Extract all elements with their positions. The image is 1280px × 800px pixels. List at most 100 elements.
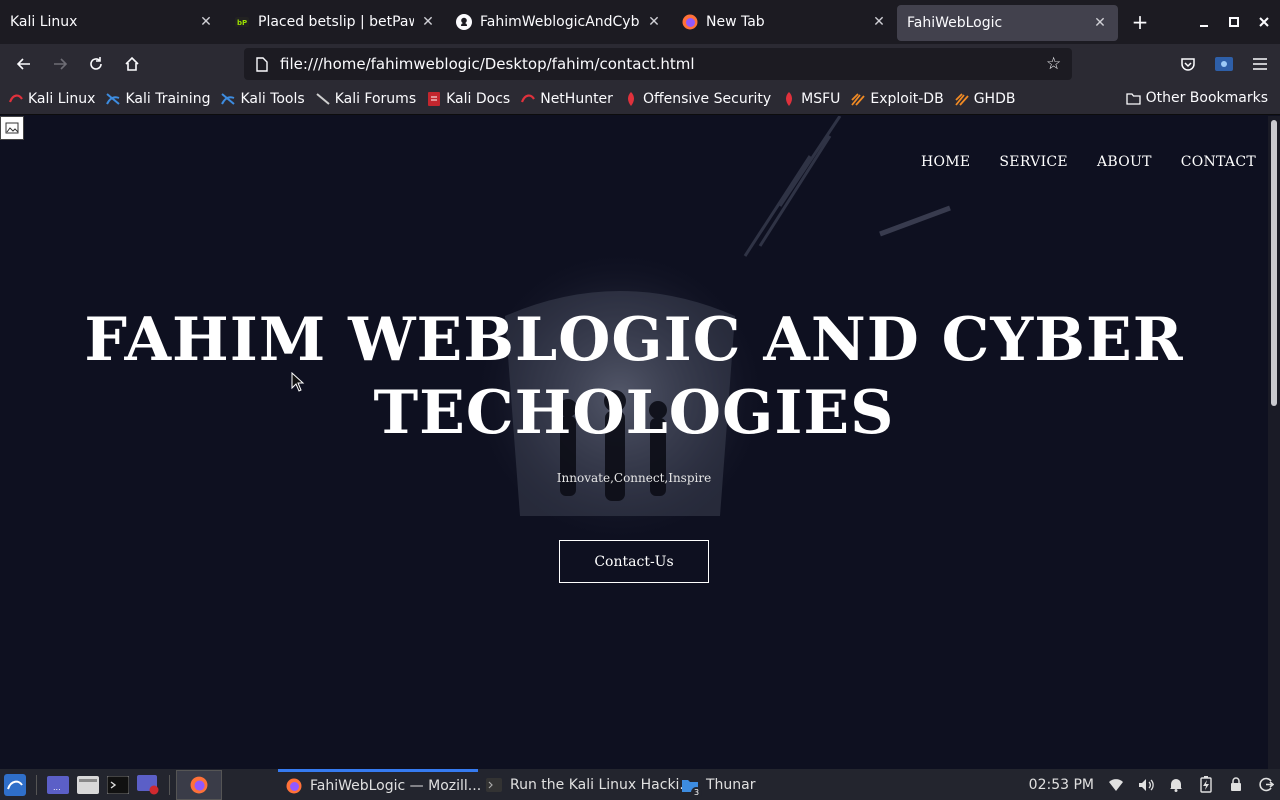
tab-betpawa[interactable]: bP Placed betslip | betPawa U ✕ <box>224 0 446 44</box>
bookmark-label: Kali Docs <box>446 91 511 107</box>
maximize-icon[interactable] <box>1226 14 1242 30</box>
other-bookmarks[interactable]: Other Bookmarks <box>1126 90 1268 106</box>
kali-docs-icon <box>426 91 442 107</box>
taskbar-window-terminal[interactable]: Run the Kali Linux Hacki... <box>478 769 693 800</box>
bookmark-exploit-db[interactable]: Exploit-DB <box>850 91 944 107</box>
taskbar-separator <box>169 774 170 795</box>
home-icon <box>125 56 139 71</box>
bookmark-label: Offensive Security <box>642 91 772 107</box>
kali-icon <box>8 91 24 107</box>
close-icon[interactable]: ✕ <box>871 14 887 30</box>
bookmark-label: Kali Tools <box>240 91 305 107</box>
tab-github[interactable]: FahimWeblogicAndCyber ✕ <box>446 0 672 44</box>
pocket-icon[interactable] <box>1174 50 1202 78</box>
nav-home-link[interactable]: HOME <box>921 154 970 170</box>
tab-new-tab[interactable]: New Tab ✕ <box>672 0 897 44</box>
url-bar[interactable]: file:///home/fahimweblogic/Desktop/fahim… <box>244 48 1072 80</box>
tab-kali-linux[interactable]: Kali Linux ✕ <box>0 0 224 44</box>
contact-us-button[interactable]: Contact-Us <box>559 540 709 583</box>
extension-icon[interactable] <box>1210 50 1238 78</box>
workspace-icon[interactable]: ... <box>43 770 73 800</box>
hero-tagline: Innovate,Connect,Inspire <box>556 471 712 485</box>
kali-training-icon <box>105 91 121 107</box>
bookmark-offensive-security[interactable]: Offensive Security <box>623 91 771 107</box>
taskbar-separator <box>36 774 37 795</box>
bookmark-label: Kali Training <box>125 91 211 107</box>
close-icon[interactable]: ✕ <box>646 14 662 30</box>
svg-text:bP: bP <box>237 19 247 27</box>
taskbar-window-title: Run the Kali Linux Hacki... <box>510 776 693 793</box>
close-icon[interactable]: ✕ <box>420 14 436 30</box>
folder-icon: 3 <box>682 777 702 798</box>
msfu-icon <box>781 91 797 107</box>
kali-forums-icon <box>315 91 331 107</box>
tab-title: FahimWeblogicAndCyber <box>480 14 640 30</box>
bookmark-label: NetHunter <box>540 91 613 107</box>
betpawa-icon: bP <box>234 14 250 30</box>
bookmark-star-icon[interactable]: ☆ <box>1046 55 1064 73</box>
forward-button[interactable] <box>42 48 78 80</box>
taskbar-window-title: FahiWebLogic — Mozill... <box>310 778 482 794</box>
page-viewport: HOME SERVICE ABOUT CONTACT FAHIM WEBLOGI… <box>0 116 1268 769</box>
github-icon <box>456 14 472 30</box>
clock[interactable]: 02:53 PM <box>1029 777 1094 793</box>
bookmark-nethunter[interactable]: NetHunter <box>520 91 613 107</box>
notification-bell-icon[interactable] <box>1168 777 1184 793</box>
tab-strip: Kali Linux ✕ bP Placed betslip | betPawa… <box>0 0 1280 44</box>
url-text[interactable]: file:///home/fahimweblogic/Desktop/fahim… <box>280 55 695 73</box>
back-button[interactable] <box>6 48 42 80</box>
taskbar-window-thunar[interactable]: 3 Thunar <box>674 769 764 800</box>
terminal-icon[interactable] <box>103 770 133 800</box>
kali-menu-icon[interactable] <box>0 770 30 800</box>
menu-icon[interactable] <box>1246 50 1274 78</box>
screen-recorder-icon[interactable] <box>133 770 163 800</box>
broken-image-icon <box>0 116 24 140</box>
minimize-icon[interactable] <box>1196 14 1212 30</box>
logout-icon[interactable] <box>1258 777 1274 793</box>
tab-title: FahiWebLogic <box>907 15 1003 31</box>
battery-charging-icon[interactable] <box>1198 776 1214 793</box>
taskbar-window-title: Thunar <box>706 776 756 793</box>
firefox-launcher-icon[interactable] <box>176 769 222 800</box>
toolbar-extensions <box>1174 48 1274 80</box>
window-count-badge: 3 <box>691 786 702 798</box>
bookmark-kali-linux[interactable]: Kali Linux <box>8 91 95 107</box>
kali-tools-icon <box>220 91 236 107</box>
nav-service-link[interactable]: SERVICE <box>999 154 1068 170</box>
bookmark-label: GHDB <box>973 91 1016 107</box>
new-tab-button[interactable]: + <box>1124 6 1156 38</box>
reload-button[interactable] <box>78 48 114 80</box>
bookmark-kali-docs[interactable]: Kali Docs <box>426 91 510 107</box>
bookmark-kali-tools[interactable]: Kali Tools <box>220 91 305 107</box>
bookmark-label: Exploit-DB <box>870 91 944 107</box>
nav-about-link[interactable]: ABOUT <box>1097 154 1152 170</box>
firefox-icon <box>286 778 302 794</box>
bookmark-ghdb[interactable]: GHDB <box>954 91 1016 107</box>
bookmark-label: Kali Forums <box>334 91 417 107</box>
file-manager-icon[interactable] <box>73 770 103 800</box>
terminal-icon <box>486 777 502 793</box>
scrollbar-thumb[interactable] <box>1271 120 1277 406</box>
other-bookmarks-label: Other Bookmarks <box>1145 90 1268 106</box>
home-button[interactable] <box>114 48 150 80</box>
taskbar-window-firefox[interactable]: FahiWebLogic — Mozill... <box>278 769 482 800</box>
page-scrollbar[interactable] <box>1268 116 1280 769</box>
bookmark-msfu[interactable]: MSFU <box>781 91 840 107</box>
nethunter-icon <box>520 91 536 107</box>
nav-contact-link[interactable]: CONTACT <box>1181 154 1256 170</box>
bookmark-kali-forums[interactable]: Kali Forums <box>315 91 416 107</box>
hero-title-line-2: TECHOLOGIES <box>373 378 895 448</box>
bookmark-kali-training[interactable]: Kali Training <box>105 91 210 107</box>
volume-icon[interactable] <box>1138 777 1154 793</box>
reload-icon <box>90 57 102 70</box>
close-icon[interactable]: ✕ <box>198 14 214 30</box>
close-window-icon[interactable] <box>1256 14 1272 30</box>
tab-title: Kali Linux <box>10 14 78 30</box>
site-navigation: HOME SERVICE ABOUT CONTACT <box>921 154 1256 170</box>
navigation-toolbar: file:///home/fahimweblogic/Desktop/fahim… <box>0 44 1280 84</box>
close-icon[interactable]: ✕ <box>1092 15 1108 31</box>
tab-fahiweblogic[interactable]: FahiWebLogic ✕ <box>897 5 1118 41</box>
window-controls <box>1196 0 1272 44</box>
lock-icon[interactable] <box>1228 777 1244 793</box>
wifi-icon[interactable] <box>1108 777 1124 793</box>
